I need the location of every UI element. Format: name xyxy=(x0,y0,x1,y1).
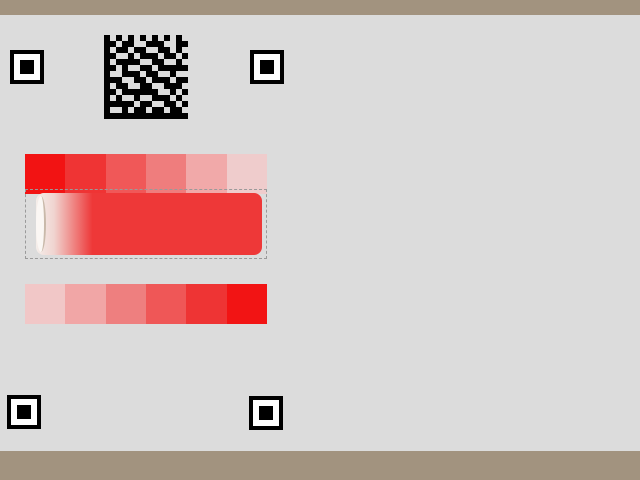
datamatrix-code-icon xyxy=(104,35,188,119)
color-swatch-row-bottom xyxy=(25,284,267,324)
bottom-swatch[interactable] xyxy=(226,284,267,324)
top-swatch[interactable] xyxy=(105,154,146,194)
top-swatch[interactable] xyxy=(145,154,187,194)
bottom-swatch[interactable] xyxy=(105,284,146,324)
color-swatch-row-top xyxy=(25,154,267,194)
slider-handle[interactable] xyxy=(36,196,46,252)
top-swatch[interactable] xyxy=(25,154,66,194)
color-slider-bar[interactable] xyxy=(36,193,262,255)
bottom-swatch[interactable] xyxy=(186,284,227,324)
bottom-swatch[interactable] xyxy=(65,284,106,324)
fiducial-marker-icon xyxy=(249,396,283,430)
fiducial-marker-icon xyxy=(10,50,44,84)
top-swatch[interactable] xyxy=(226,154,267,194)
bottom-swatch[interactable] xyxy=(25,284,66,324)
fiducial-marker-icon xyxy=(7,395,41,429)
top-swatch[interactable] xyxy=(65,154,106,194)
top-swatch[interactable] xyxy=(186,154,227,194)
bottom-swatch[interactable] xyxy=(145,284,187,324)
fiducial-marker-icon xyxy=(250,50,284,84)
